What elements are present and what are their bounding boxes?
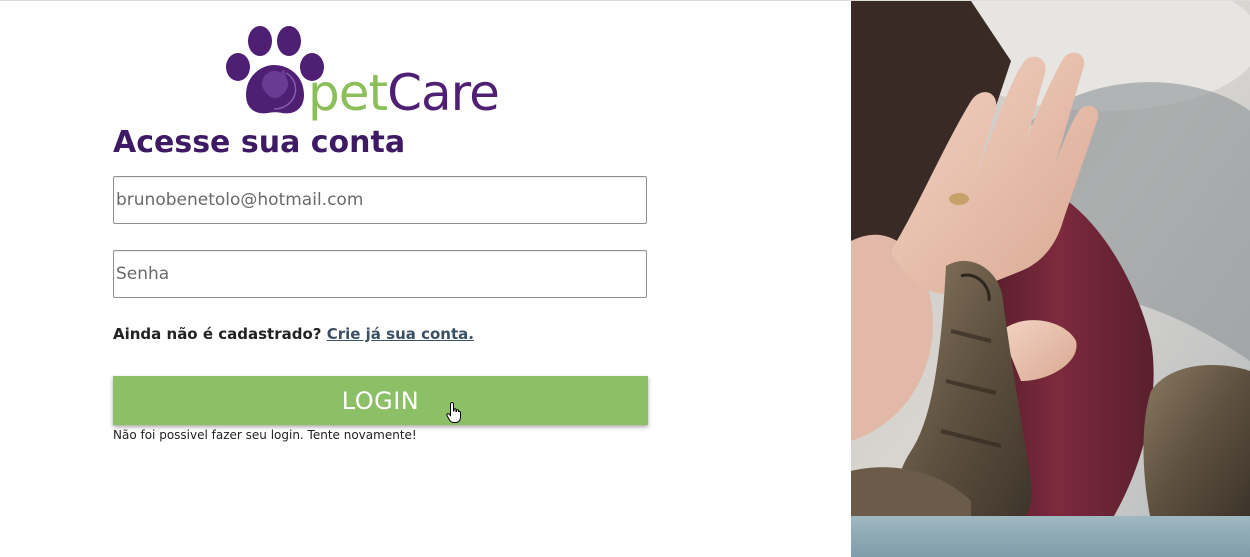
hand-pointer-cursor-icon — [446, 402, 461, 423]
signup-link[interactable]: Crie já sua conta. — [327, 325, 474, 343]
signup-prompt: Ainda não é cadastrado? Crie já sua cont… — [113, 325, 474, 343]
logo-text-pet: pet — [308, 64, 388, 122]
page-title: Acesse sua conta — [113, 125, 406, 160]
login-button[interactable]: LOGIN — [113, 376, 648, 425]
email-field[interactable] — [113, 176, 647, 224]
hand-and-cat-paw-high-five-image — [851, 1, 1250, 557]
login-panel: petCare Acesse sua conta Ainda não é cad… — [0, 1, 851, 557]
error-message: Não foi possivel fazer seu login. Tente … — [113, 428, 417, 442]
hero-image — [851, 1, 1250, 557]
logo-text-care: Care — [387, 64, 500, 122]
logo-wordmark: petCare — [308, 63, 500, 123]
login-page: petCare Acesse sua conta Ainda não é cad… — [0, 0, 1250, 557]
petcare-logo: petCare — [224, 25, 544, 125]
password-field[interactable] — [113, 250, 647, 298]
signup-prompt-text: Ainda não é cadastrado? — [113, 325, 322, 343]
